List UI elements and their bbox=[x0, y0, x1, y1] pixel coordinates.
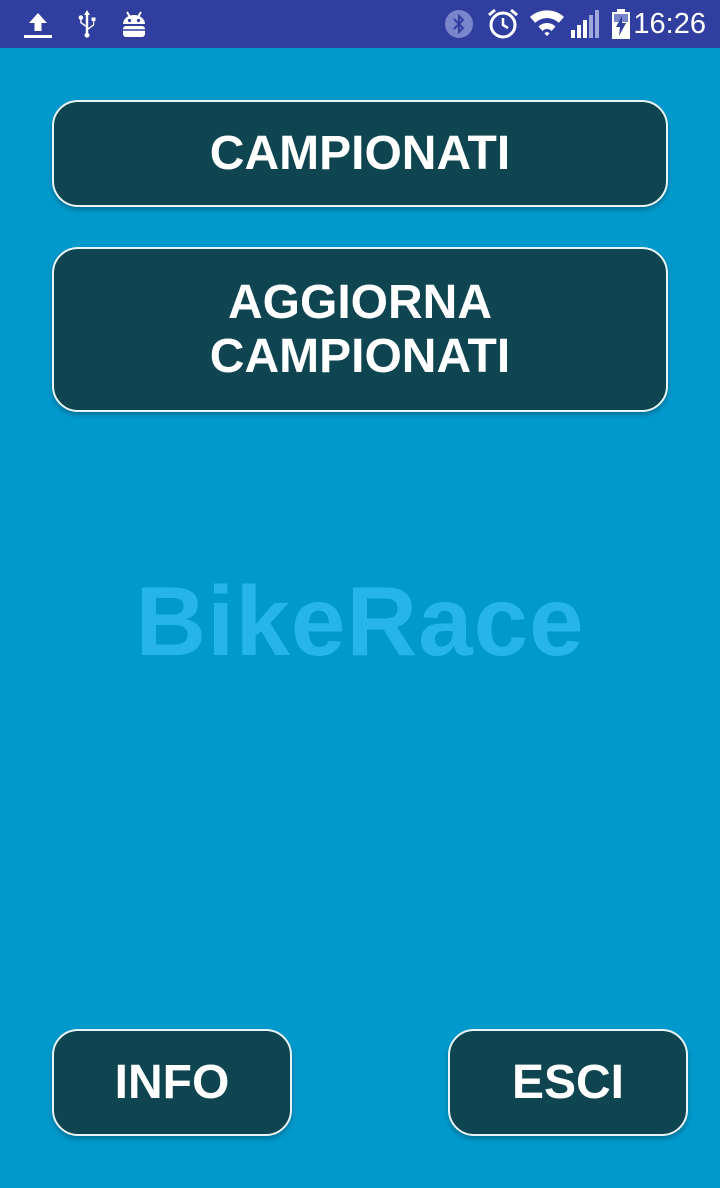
alarm-icon bbox=[486, 8, 520, 40]
upload-icon bbox=[22, 8, 54, 40]
aggiorna-label-line1: AGGIORNA bbox=[228, 275, 492, 329]
android-debug-icon bbox=[120, 8, 148, 40]
esci-label: ESCI bbox=[511, 1056, 625, 1109]
signal-icon bbox=[570, 8, 600, 40]
battery-charging-icon bbox=[610, 8, 632, 40]
esci-button[interactable]: ESCI bbox=[448, 1029, 688, 1136]
aggiorna-campionati-button[interactable]: AGGIORNA CAMPIONATI bbox=[52, 247, 668, 412]
aggiorna-label-line2: CAMPIONATI bbox=[209, 329, 511, 383]
status-bar: 16:26 bbox=[0, 0, 720, 48]
app-watermark-title: BikeRace bbox=[135, 566, 585, 676]
campionati-label: CAMPIONATI bbox=[209, 127, 511, 180]
bluetooth-icon bbox=[443, 8, 475, 40]
campionati-button[interactable]: CAMPIONATI bbox=[52, 100, 668, 207]
info-label: INFO bbox=[114, 1056, 230, 1109]
status-time: 16:26 bbox=[633, 8, 706, 40]
wifi-icon bbox=[529, 8, 565, 40]
usb-icon bbox=[74, 8, 100, 40]
info-button[interactable]: INFO bbox=[52, 1029, 292, 1136]
